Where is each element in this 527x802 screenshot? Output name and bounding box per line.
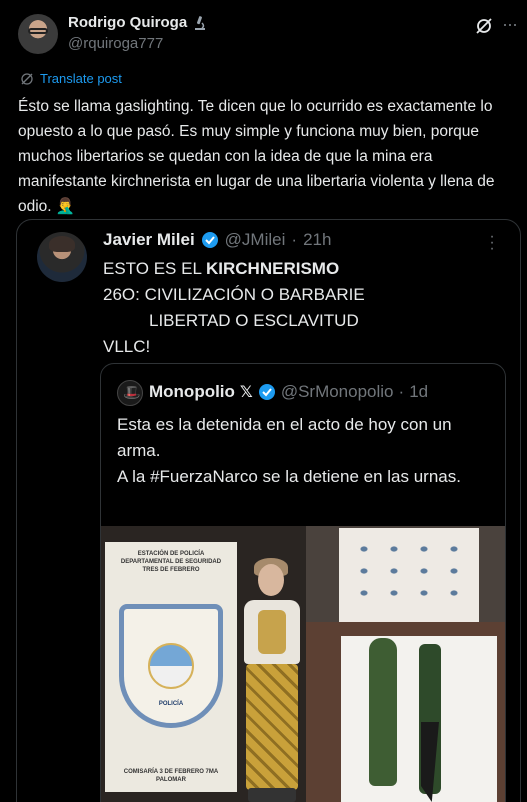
nested-quoted-post[interactable]: 🎩 Monopolio 𝕏 @SrMonopolio · 1d Esta es … [100, 363, 506, 802]
cardboard-box [339, 528, 479, 624]
translate-post-link[interactable]: Translate post [20, 71, 122, 86]
tweet: Rodrigo Quiroga @rquiroga777 ··· Transla… [0, 0, 527, 802]
quoted-author-handle[interactable]: @JMilei [225, 230, 286, 250]
nested-text-line-1: Esta es la detenida en el acto de hoy co… [117, 415, 452, 460]
translate-icon [21, 72, 33, 85]
quoted-post-text: ESTO ES EL KIRCHNERISMO 26O: CIVILIZACIÓ… [103, 256, 365, 360]
banner-top-text: ESTACIÓN DE POLICÍA DEPARTAMENTAL DE SEG… [120, 551, 222, 573]
quoted-author-avatar[interactable] [37, 232, 87, 282]
nested-post-text: Esta es la detenida en el acto de hoy co… [117, 412, 497, 490]
quoted-author-name[interactable]: Javier Milei [103, 230, 195, 250]
dot-separator: · [291, 230, 298, 249]
banner-bottom-text: COMISARÍA 3 DE FEBRERO 7MA PALOMAR [123, 769, 219, 783]
quoted-post-header: Javier Milei @JMilei · 21h [103, 230, 331, 250]
nested-author-name[interactable]: Monopolio [149, 382, 235, 402]
pants-shape [246, 664, 298, 790]
verified-badge-icon [258, 384, 275, 400]
quoted-line-1: ESTO ES EL KIRCHNERISMO [103, 259, 340, 278]
feet-shape [248, 788, 296, 802]
author-avatar[interactable] [18, 14, 58, 54]
avatar-hair-shape [49, 236, 75, 252]
knife-sheath [369, 638, 397, 786]
quoted-more-options-icon[interactable]: · · · [487, 229, 497, 257]
author-handle[interactable]: @rquiroga777 [68, 35, 163, 52]
post-photo[interactable]: ESTACIÓN DE POLICÍA DEPARTAMENTAL DE SEG… [101, 526, 505, 802]
x-logo-icon: 𝕏 [239, 384, 253, 401]
author-name[interactable]: Rodrigo Quiroga [68, 14, 187, 31]
nested-post-time[interactable]: 1d [409, 382, 428, 402]
post-text: Ésto se llama gaslighting. Te dicen que … [18, 98, 495, 215]
box-pattern [349, 538, 469, 608]
police-shield-emblem: POLICÍA [119, 604, 223, 728]
glasses-shape [28, 28, 48, 34]
author-name-row: Rodrigo Quiroga [68, 14, 208, 31]
nested-author-avatar[interactable]: 🎩 [117, 380, 143, 406]
dot-separator: · [398, 382, 405, 401]
microscope-icon [195, 15, 206, 30]
quoted-line-2: 26O: CIVILIZACIÓN O BARBARIE [103, 285, 365, 304]
more-options-icon[interactable]: ··· [502, 14, 518, 34]
detained-woman-figure [236, 556, 306, 802]
nested-author-handle[interactable]: @SrMonopolio [281, 382, 394, 402]
translate-label: Translate post [40, 71, 122, 86]
shirt-print-shape [258, 610, 286, 654]
grok-icon[interactable] [474, 16, 494, 36]
quoted-post-time[interactable]: 21h [303, 230, 331, 250]
police-banner: ESTACIÓN DE POLICÍA DEPARTAMENTAL DE SEG… [105, 542, 237, 792]
nested-post-header: Monopolio 𝕏 @SrMonopolio · 1d [149, 382, 428, 402]
quoted-line-4: VLLC! [103, 337, 151, 356]
quoted-line-3: LIBERTAD O ESCLAVITUD [149, 311, 359, 330]
shield-coat-of-arms [148, 643, 194, 689]
head-shape [258, 564, 284, 596]
nested-text-line-2: A la #FuerzaNarco se la detiene en las u… [117, 467, 461, 486]
verified-badge-icon [201, 232, 218, 248]
shield-text: POLICÍA [158, 701, 184, 707]
quoted-post[interactable]: Javier Milei @JMilei · 21h · · · ESTO ES E… [16, 219, 521, 802]
